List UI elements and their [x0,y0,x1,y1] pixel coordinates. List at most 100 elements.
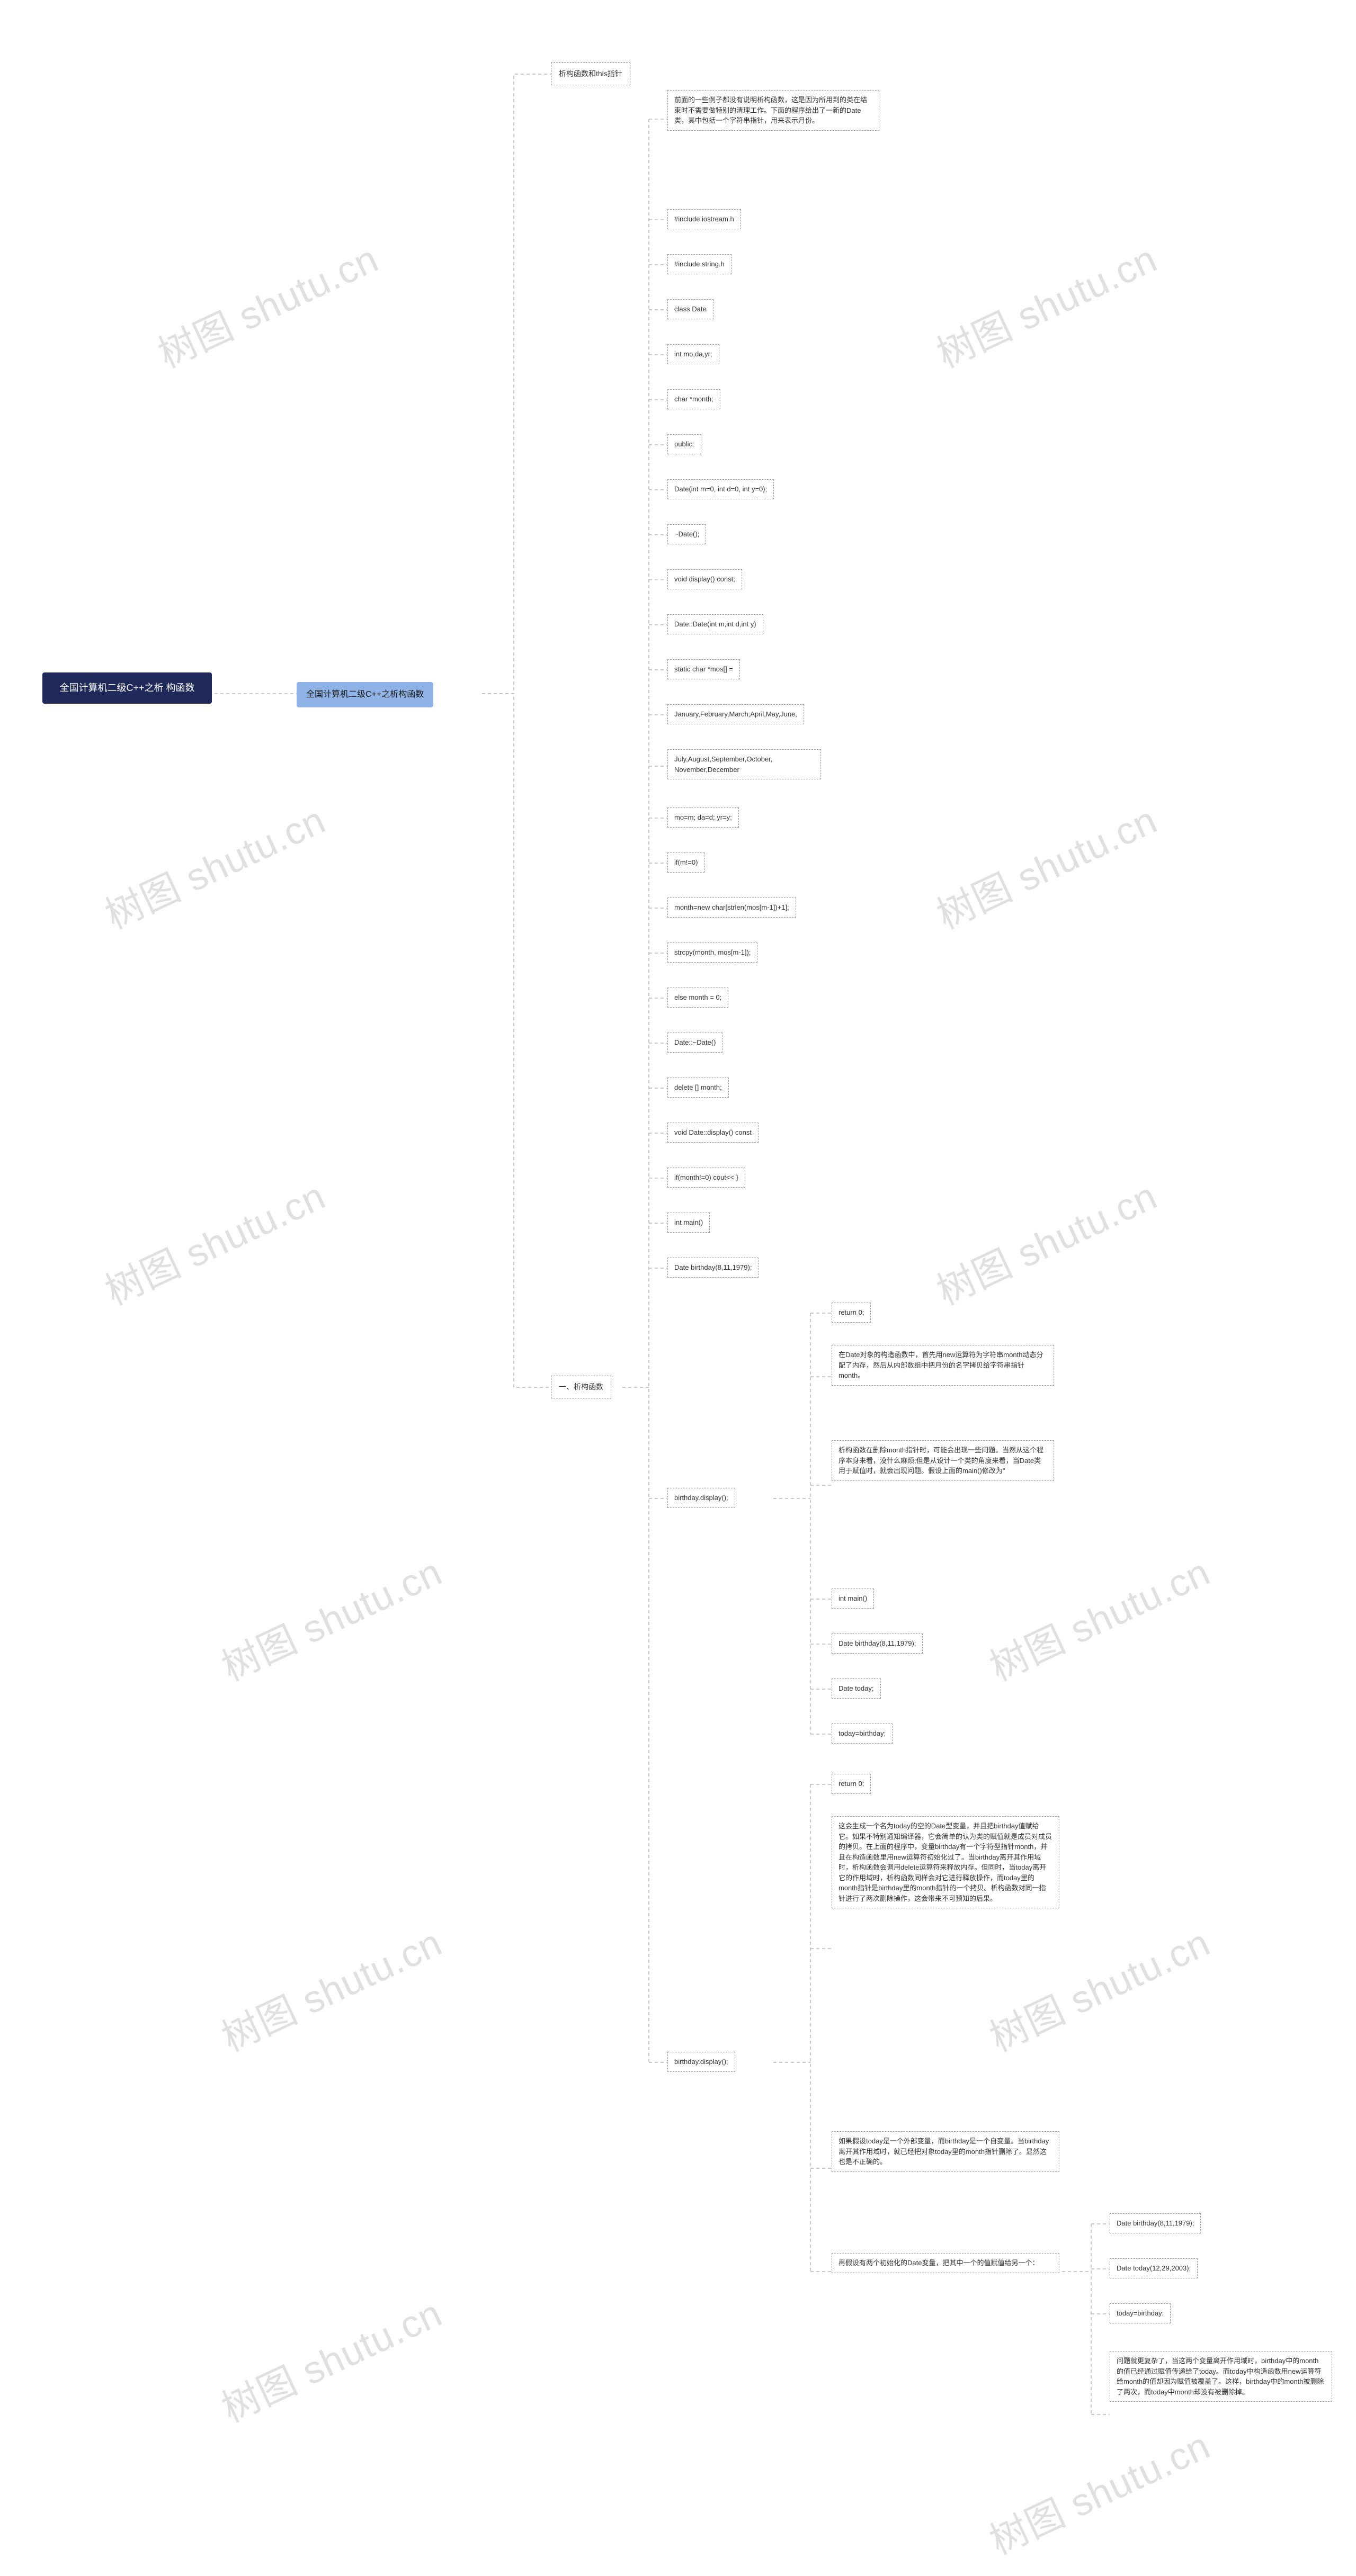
leaf[interactable]: Date(int m=0, int d=0, int y=0); [667,479,774,499]
leaf[interactable]: Date birthday(8,11,1979); [667,1258,759,1278]
leaf-text: 这会生成一个名为today的空的Date型变量，并且把birthday值赋给它。… [838,1822,1052,1902]
leaf[interactable]: Date::Date(int m,int d,int y) [667,614,763,634]
watermark: 树图 shutu.cn [211,1911,450,2062]
leaf[interactable]: return 0; [832,1303,871,1323]
leaf[interactable]: 问题就更复杂了，当这两个变量离开作用域时，birthday中的month的值已经… [1110,2351,1332,2402]
leaf-text: Date today; [838,1684,874,1692]
leaf-text: Date birthday(8,11,1979); [674,1263,752,1271]
leaf-text: int mo,da,yr; [674,350,712,358]
leaf[interactable]: if(m!=0) [667,852,704,873]
leaf[interactable]: today=birthday; [832,1724,893,1744]
leaf-text: return 0; [838,1308,864,1316]
leaf-text: public: [674,440,694,448]
leaf-text: return 0; [838,1780,864,1788]
leaf[interactable]: #include iostream.h [667,209,741,229]
leaf[interactable]: mo=m; da=d; yr=y; [667,807,739,828]
leaf-birthday-display-2[interactable]: birthday.display(); [667,2052,735,2072]
leaf-text: ~Date(); [674,530,699,538]
leaf[interactable]: July,August,September,October, November,… [667,749,821,779]
leaf-text: 在Date对象的构造函数中，首先用new运算符为字符串month动态分配了内存，… [838,1351,1043,1379]
leaf[interactable]: Date::~Date() [667,1033,722,1053]
leaf-text: Date::Date(int m,int d,int y) [674,620,756,628]
leaf[interactable]: else month = 0; [667,988,728,1008]
leaf-text: Date::~Date() [674,1038,716,1046]
mindmap-canvas: 全国计算机二级C++之析 构函数 全国计算机二级C++之析构函数 析构函数和th… [0,0,1356,2576]
leaf-text: #include string.h [674,260,725,268]
leaf[interactable]: #include string.h [667,254,731,274]
leaf-text: Date(int m=0, int d=0, int y=0); [674,485,767,493]
leaf-text: char *month; [674,395,713,403]
leaf-text: static char *mos[] = [674,665,733,673]
leaf-text: delete [] month; [674,1083,722,1091]
leaf-text: void Date::display() const [674,1128,752,1136]
leaf-text: int main() [674,1218,703,1226]
leaf-text: birthday.display(); [674,1494,728,1502]
leaf[interactable]: month=new char[strlen(mos[m-1])+1]; [667,897,796,918]
leaf[interactable]: 前面的一些例子都没有说明析构函数，这是因为所用到的类在结束时不需要做特别的清理工… [667,90,879,131]
leaf[interactable]: Date today; [832,1679,881,1699]
watermark: 树图 shutu.cn [926,1165,1165,1315]
leaf-text: if(m!=0) [674,858,698,866]
watermark: 树图 shutu.cn [211,1541,450,1691]
leaf-text: 问题就更复杂了，当这两个变量离开作用域时，birthday中的month的值已经… [1117,2357,1324,2396]
leaf-text: else month = 0; [674,993,721,1001]
leaf[interactable]: 析构函数在删除month指针时，可能会出现一些问题。当然从这个程序本身来看，没什… [832,1440,1054,1481]
leaf[interactable]: 如果假设today是一个外部变量，而birthday是一个自变量。当birthd… [832,2131,1059,2172]
leaf-text: January,February,March,April,May,June, [674,710,797,718]
leaf-birthday-display-1[interactable]: birthday.display(); [667,1488,735,1508]
section-a-label: 析构函数和this指针 [559,69,622,78]
watermark: 树图 shutu.cn [979,1911,1218,2062]
section-b-label: 一、析构函数 [559,1383,603,1391]
section-b[interactable]: 一、析构函数 [551,1376,611,1398]
leaf[interactable]: int main() [832,1588,874,1609]
leaf[interactable]: static char *mos[] = [667,659,740,679]
watermark: 树图 shutu.cn [926,789,1165,939]
sub-node[interactable]: 全国计算机二级C++之析构函数 [297,682,433,707]
leaf[interactable]: today=birthday; [1110,2303,1171,2323]
connectors [0,0,1356,2576]
leaf[interactable]: Date today(12,29,2003); [1110,2258,1198,2278]
leaf-nested-parent[interactable]: 再假设有两个初始化的Date变量，把其中一个的值赋值给另一个： [832,2253,1059,2273]
watermark: 树图 shutu.cn [95,789,333,939]
leaf-text: today=birthday; [1117,2309,1164,2317]
leaf-text: strcpy(month, mos[m-1]); [674,948,751,956]
watermark: 树图 shutu.cn [211,2282,450,2433]
leaf-text: Date birthday(8,11,1979); [838,1639,916,1647]
watermark: 树图 shutu.cn [979,1541,1218,1691]
leaf[interactable]: public: [667,434,701,454]
leaf-text: July,August,September,October, November,… [674,755,772,774]
section-a[interactable]: 析构函数和this指针 [551,62,630,85]
root-node[interactable]: 全国计算机二级C++之析 构函数 [42,672,212,704]
leaf-text: Date today(12,29,2003); [1117,2264,1191,2272]
leaf[interactable]: 这会生成一个名为today的空的Date型变量，并且把birthday值赋给它。… [832,1816,1059,1908]
leaf[interactable]: void display() const; [667,569,742,589]
leaf[interactable]: ~Date(); [667,524,706,544]
leaf[interactable]: return 0; [832,1774,871,1794]
leaf[interactable]: strcpy(month, mos[m-1]); [667,943,757,963]
leaf-text: if(month!=0) cout<< } [674,1173,738,1181]
leaf-text: void display() const; [674,575,735,583]
leaf[interactable]: Date birthday(8,11,1979); [1110,2213,1201,2233]
leaf-text: month=new char[strlen(mos[m-1])+1]; [674,903,789,911]
watermark: 树图 shutu.cn [979,2415,1218,2565]
watermark: 树图 shutu.cn [95,1165,333,1315]
leaf-text: 如果假设today是一个外部变量，而birthday是一个自变量。当birthd… [838,2137,1049,2166]
sub-label: 全国计算机二级C++之析构函数 [306,690,424,699]
leaf[interactable]: January,February,March,April,May,June, [667,704,804,724]
leaf-text: Date birthday(8,11,1979); [1117,2219,1194,2227]
leaf[interactable]: 在Date对象的构造函数中，首先用new运算符为字符串month动态分配了内存，… [832,1345,1054,1386]
leaf[interactable]: if(month!=0) cout<< } [667,1168,745,1188]
leaf-text: birthday.display(); [674,2058,728,2066]
leaf[interactable]: void Date::display() const [667,1123,759,1143]
leaf[interactable]: int main() [667,1213,710,1233]
leaf-text: 析构函数在删除month指针时，可能会出现一些问题。当然从这个程序本身来看，没什… [838,1446,1043,1475]
leaf[interactable]: char *month; [667,389,720,409]
leaf[interactable]: class Date [667,299,713,319]
leaf-text: int main() [838,1594,867,1602]
leaf[interactable]: int mo,da,yr; [667,344,719,364]
watermark: 树图 shutu.cn [148,228,386,378]
leaf[interactable]: delete [] month; [667,1078,729,1098]
leaf-text: 前面的一些例子都没有说明析构函数，这是因为所用到的类在结束时不需要做特别的清理工… [674,96,867,124]
leaf[interactable]: Date birthday(8,11,1979); [832,1633,923,1654]
leaf-text: #include iostream.h [674,215,734,223]
